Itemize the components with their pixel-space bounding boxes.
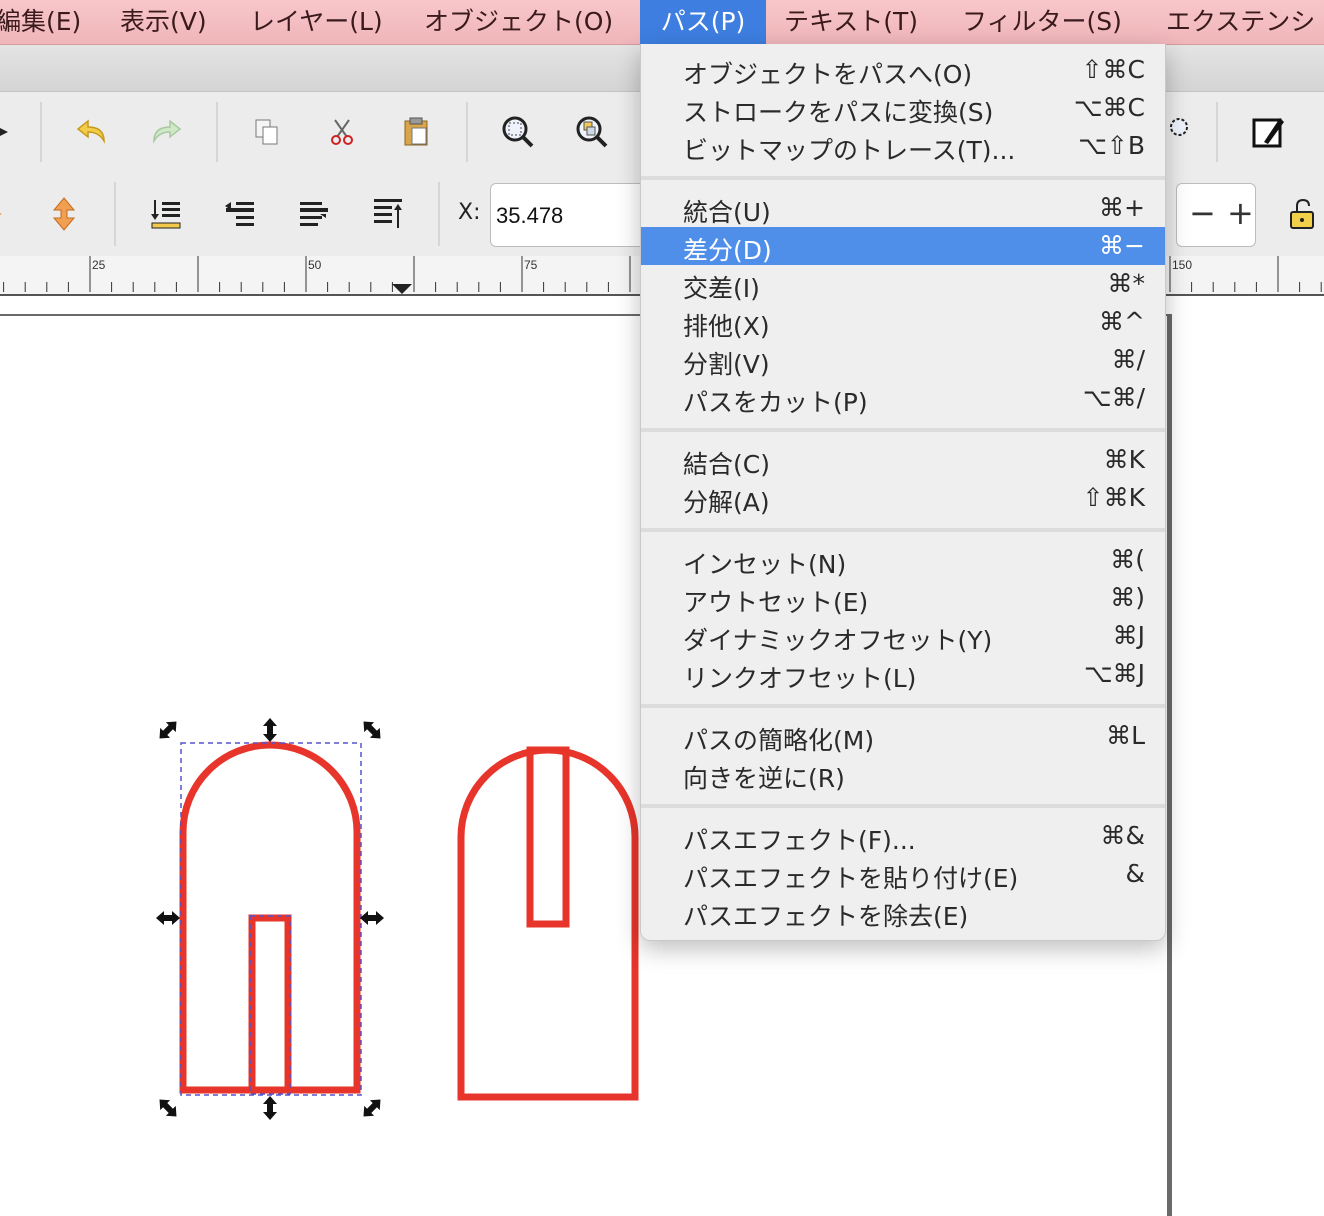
toolbar-separator: [466, 102, 468, 162]
increment-button[interactable]: +: [1227, 194, 1254, 232]
decrement-button[interactable]: −: [1189, 194, 1216, 232]
menubar: 編集(E) 表示(V) レイヤー(L) オブジェクト(O) パス(P) テキスト…: [0, 0, 1324, 45]
menu-filters[interactable]: フィルター(S): [962, 0, 1122, 44]
menu-path[interactable]: パス(P): [640, 0, 766, 44]
menu-item-dynamic-offset[interactable]: ダイナミックオフセット(Y) ⌘J: [641, 617, 1165, 655]
menu-separator: [641, 176, 1165, 180]
menu-view[interactable]: 表示(V): [120, 0, 207, 44]
redo-icon[interactable]: [144, 110, 188, 154]
arrow-right-icon[interactable]: [0, 110, 24, 154]
menu-item-paste-path-effect[interactable]: パスエフェクトを貼り付け(E) &: [641, 855, 1165, 893]
flip-vertical-icon[interactable]: [42, 192, 86, 236]
spin-buttons: − +: [1176, 183, 1256, 247]
zoom-selection-icon[interactable]: [496, 110, 540, 154]
undo-icon[interactable]: [70, 110, 114, 154]
lower-icon[interactable]: [218, 192, 262, 236]
menu-item-object-to-path[interactable]: オブジェクトをパスへ(O) ⇧⌘C: [641, 51, 1165, 89]
menu-item-outset[interactable]: アウトセット(E) ⌘): [641, 579, 1165, 617]
cut-icon[interactable]: [320, 110, 364, 154]
ruler-position-marker: [392, 284, 412, 294]
orange-arrow-icon[interactable]: [0, 192, 20, 236]
menu-separator: [641, 704, 1165, 708]
ruler-label: 50: [308, 258, 322, 272]
menu-item-intersection[interactable]: 交差(I) ⌘*: [641, 265, 1165, 303]
raise-icon[interactable]: [292, 192, 336, 236]
toolbar-separator: [438, 182, 440, 246]
path-menu-dropdown: オブジェクトをパスへ(O) ⇧⌘C ストロークをパスに変換(S) ⌥⌘C ビットマッ…: [640, 44, 1166, 941]
ruler-label: 25: [92, 258, 106, 272]
menu-item-stroke-to-path[interactable]: ストロークをパスに変換(S) ⌥⌘C: [641, 89, 1165, 127]
menu-item-exclusion[interactable]: 排他(X) ⌘^: [641, 303, 1165, 341]
menu-item-difference[interactable]: 差分(D) ⌘−: [641, 227, 1165, 265]
copy-icon[interactable]: [245, 110, 289, 154]
menu-item-combine[interactable]: 結合(C) ⌘K: [641, 441, 1165, 479]
menu-item-simplify[interactable]: パスの簡略化(M) ⌘L: [641, 717, 1165, 755]
menu-text[interactable]: テキスト(T): [784, 0, 918, 44]
menu-item-division[interactable]: 分割(V) ⌘/: [641, 341, 1165, 379]
menu-item-linked-offset[interactable]: リンクオフセット(L) ⌥⌘J: [641, 655, 1165, 693]
ruler-label: 75: [524, 258, 538, 272]
menu-separator: [641, 428, 1165, 432]
menu-item-remove-path-effect[interactable]: パスエフェクトを除去(E): [641, 893, 1165, 931]
fill-stroke-icon[interactable]: [1246, 110, 1290, 154]
menu-object[interactable]: オブジェクト(O): [424, 0, 613, 44]
toolbar-separator: [40, 102, 42, 162]
menu-separator: [641, 528, 1165, 532]
x-coordinate-input[interactable]: 35.478: [490, 183, 660, 247]
menu-item-reverse[interactable]: 向きを逆に(R): [641, 755, 1165, 793]
toolbar-separator: [1216, 102, 1218, 162]
paste-icon[interactable]: [394, 110, 438, 154]
page-border-right: [1167, 314, 1172, 1216]
menu-item-path-effects[interactable]: パスエフェクト(F)... ⌘&: [641, 817, 1165, 855]
zoom-drawing-icon[interactable]: [570, 110, 614, 154]
lower-to-bottom-icon[interactable]: [144, 192, 188, 236]
menu-edit[interactable]: 編集(E): [0, 0, 81, 44]
ruler-label: 150: [1172, 258, 1193, 272]
menu-extensions[interactable]: エクステンシ: [1166, 0, 1315, 44]
toolbar-separator: [114, 182, 116, 246]
menu-item-break-apart[interactable]: 分解(A) ⇧⌘K: [641, 479, 1165, 517]
menu-item-union[interactable]: 統合(U) ⌘+: [641, 189, 1165, 227]
x-coordinate-label: X:: [458, 200, 481, 225]
toolbar-separator: [216, 102, 218, 162]
menu-item-trace-bitmap[interactable]: ビットマップのトレース(T)... ⌥⇧B: [641, 127, 1165, 165]
lock-icon[interactable]: [1280, 192, 1324, 236]
menu-item-inset[interactable]: インセット(N) ⌘(: [641, 541, 1165, 579]
menu-item-cut-path[interactable]: パスをカット(P) ⌥⌘/: [641, 379, 1165, 417]
menu-separator: [641, 804, 1165, 808]
raise-to-top-icon[interactable]: [366, 192, 410, 236]
menu-layer[interactable]: レイヤー(L): [250, 0, 383, 44]
